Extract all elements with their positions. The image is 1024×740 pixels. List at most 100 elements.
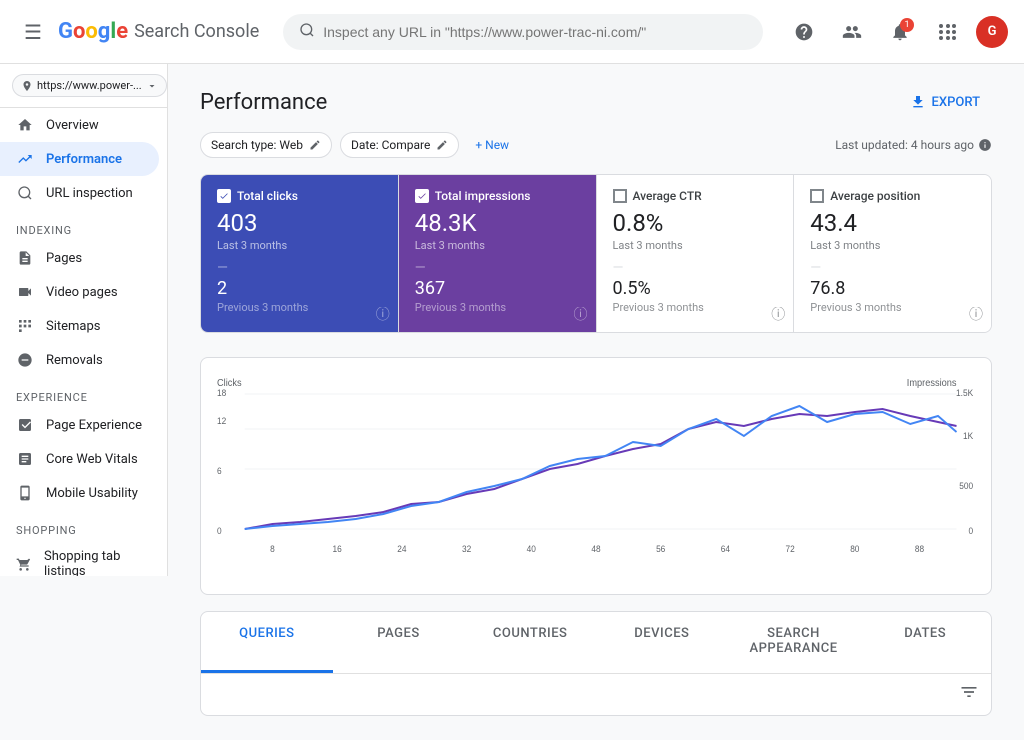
impressions-checkbox[interactable] [415,189,429,203]
metric-card-position[interactable]: Average position 43.4 Last 3 months — 76… [794,175,991,332]
ctr-checkbox[interactable] [613,189,627,203]
svg-text:12: 12 [217,416,226,426]
svg-text:6: 6 [217,466,222,476]
impressions-separator: — [415,260,580,276]
impressions-prev-value: 367 [415,278,580,299]
tab-dates[interactable]: DATES [859,612,991,673]
tab-search-appearance[interactable]: SEARCH APPEARANCE [728,612,860,673]
help-button[interactable] [784,12,824,52]
google-logo: Google [58,19,128,44]
svg-text:48: 48 [591,544,600,554]
logo-area: Google Search Console [58,19,259,44]
sidebar-label: Video pages [46,285,118,300]
apps-button[interactable] [928,12,968,52]
impressions-prev-label: Previous 3 months [415,301,580,314]
notification-badge: 1 [900,18,914,32]
tab-bar: QUERIES PAGES COUNTRIES DEVICES SEARCH A… [200,611,992,716]
tab-list: QUERIES PAGES COUNTRIES DEVICES SEARCH A… [201,612,991,674]
tab-queries[interactable]: QUERIES [201,612,333,673]
tab-countries[interactable]: COUNTRIES [464,612,596,673]
tab-devices[interactable]: DEVICES [596,612,728,673]
metric-cards: Total clicks 403 Last 3 months — 2 Previ… [200,174,992,333]
sidebar-label: Shopping tab listings [44,549,143,576]
sidebar-item-page-experience[interactable]: Page Experience [0,408,159,442]
svg-text:8: 8 [270,544,275,554]
clicks-checkbox[interactable] [217,189,231,203]
sidebar-item-core-web-vitals[interactable]: Core Web Vitals [0,442,159,476]
vitals-icon [16,450,34,468]
mobile-icon [16,484,34,502]
svg-text:16: 16 [333,544,342,554]
position-prev-value: 76.8 [810,278,975,299]
svg-text:80: 80 [850,544,859,554]
main-content: Performance EXPORT Search type: Web Date… [168,64,1024,740]
hamburger-menu[interactable]: ☰ [16,12,50,52]
clicks-info-icon[interactable]: ⓘ [376,304,390,324]
sidebar-url-selector[interactable]: https://www.power-... [0,64,167,108]
metric-card-clicks[interactable]: Total clicks 403 Last 3 months — 2 Previ… [201,175,399,332]
table-filter-icon[interactable] [959,682,979,707]
add-filter-label: + New [475,138,509,152]
tab-actions [201,674,991,715]
date-filter[interactable]: Date: Compare [340,132,459,158]
top-header: ☰ Google Search Console 1 [0,0,1024,64]
url-text: https://www.power-... [37,79,142,92]
search-bar[interactable] [283,14,763,50]
sidebar-item-overview[interactable]: Overview [0,108,159,142]
app-name: Search Console [134,21,259,42]
metric-card-ctr[interactable]: Average CTR 0.8% Last 3 months — 0.5% Pr… [597,175,795,332]
svg-text:32: 32 [462,544,471,554]
clicks-period: Last 3 months [217,239,382,252]
sidebar-label: URL inspection [46,186,133,201]
experience-section-label: Experience [0,377,167,408]
tab-dates-label: DATES [904,626,946,641]
metric-header-position: Average position [810,189,975,203]
svg-text:500: 500 [959,481,973,491]
impressions-info-icon[interactable]: ⓘ [574,304,588,324]
svg-text:24: 24 [397,544,406,554]
search-input[interactable] [323,24,747,40]
metric-card-impressions[interactable]: Total impressions 48.3K Last 3 months — … [399,175,597,332]
sidebar: https://www.power-... Overview Performan… [0,64,168,576]
performance-chart: Clicks 18 12 6 0 Impressions 1.5K 1K 500… [217,374,975,574]
position-info-icon[interactable]: ⓘ [969,304,983,324]
sidebar-item-url-inspection[interactable]: URL inspection [0,176,159,210]
sidebar-item-performance[interactable]: Performance [0,142,159,176]
tab-devices-label: DEVICES [634,626,689,641]
position-checkbox[interactable] [810,189,824,203]
sidebar-item-mobile-usability[interactable]: Mobile Usability [0,476,159,510]
pages-icon [16,249,34,267]
search-type-filter[interactable]: Search type: Web [200,132,332,158]
sitemap-icon [16,317,34,335]
position-label: Average position [830,189,920,203]
position-value: 43.4 [810,209,975,237]
clicks-value: 403 [217,209,382,237]
url-chip[interactable]: https://www.power-... [12,74,167,97]
sidebar-item-removals[interactable]: Removals [0,343,159,377]
ctr-prev-label: Previous 3 months [613,301,778,314]
notifications-button[interactable]: 1 [880,12,920,52]
tab-pages[interactable]: PAGES [333,612,465,673]
ctr-info-icon[interactable]: ⓘ [771,304,785,324]
ctr-separator: — [613,260,778,276]
sidebar-item-pages[interactable]: Pages [0,241,159,275]
sidebar-label: Overview [46,118,99,133]
avatar-button[interactable]: G [976,16,1008,48]
svg-text:Impressions: Impressions [907,378,957,389]
sidebar-item-video-pages[interactable]: Video pages [0,275,159,309]
home-icon [16,116,34,134]
sidebar-item-shopping-tab[interactable]: Shopping tab listings [0,541,159,576]
svg-text:1K: 1K [963,431,973,441]
position-period: Last 3 months [810,239,975,252]
export-button[interactable]: EXPORT [898,88,992,116]
impressions-label: Total impressions [435,189,531,203]
ctr-period: Last 3 months [613,239,778,252]
indexing-section-label: Indexing [0,210,167,241]
users-button[interactable] [832,12,872,52]
sidebar-item-sitemaps[interactable]: Sitemaps [0,309,159,343]
clicks-label: Total clicks [237,189,298,203]
date-label: Date: Compare [351,138,430,152]
layout: https://www.power-... Overview Performan… [0,64,1024,740]
metric-header-ctr: Average CTR [613,189,778,203]
add-filter-button[interactable]: + New [467,133,517,157]
